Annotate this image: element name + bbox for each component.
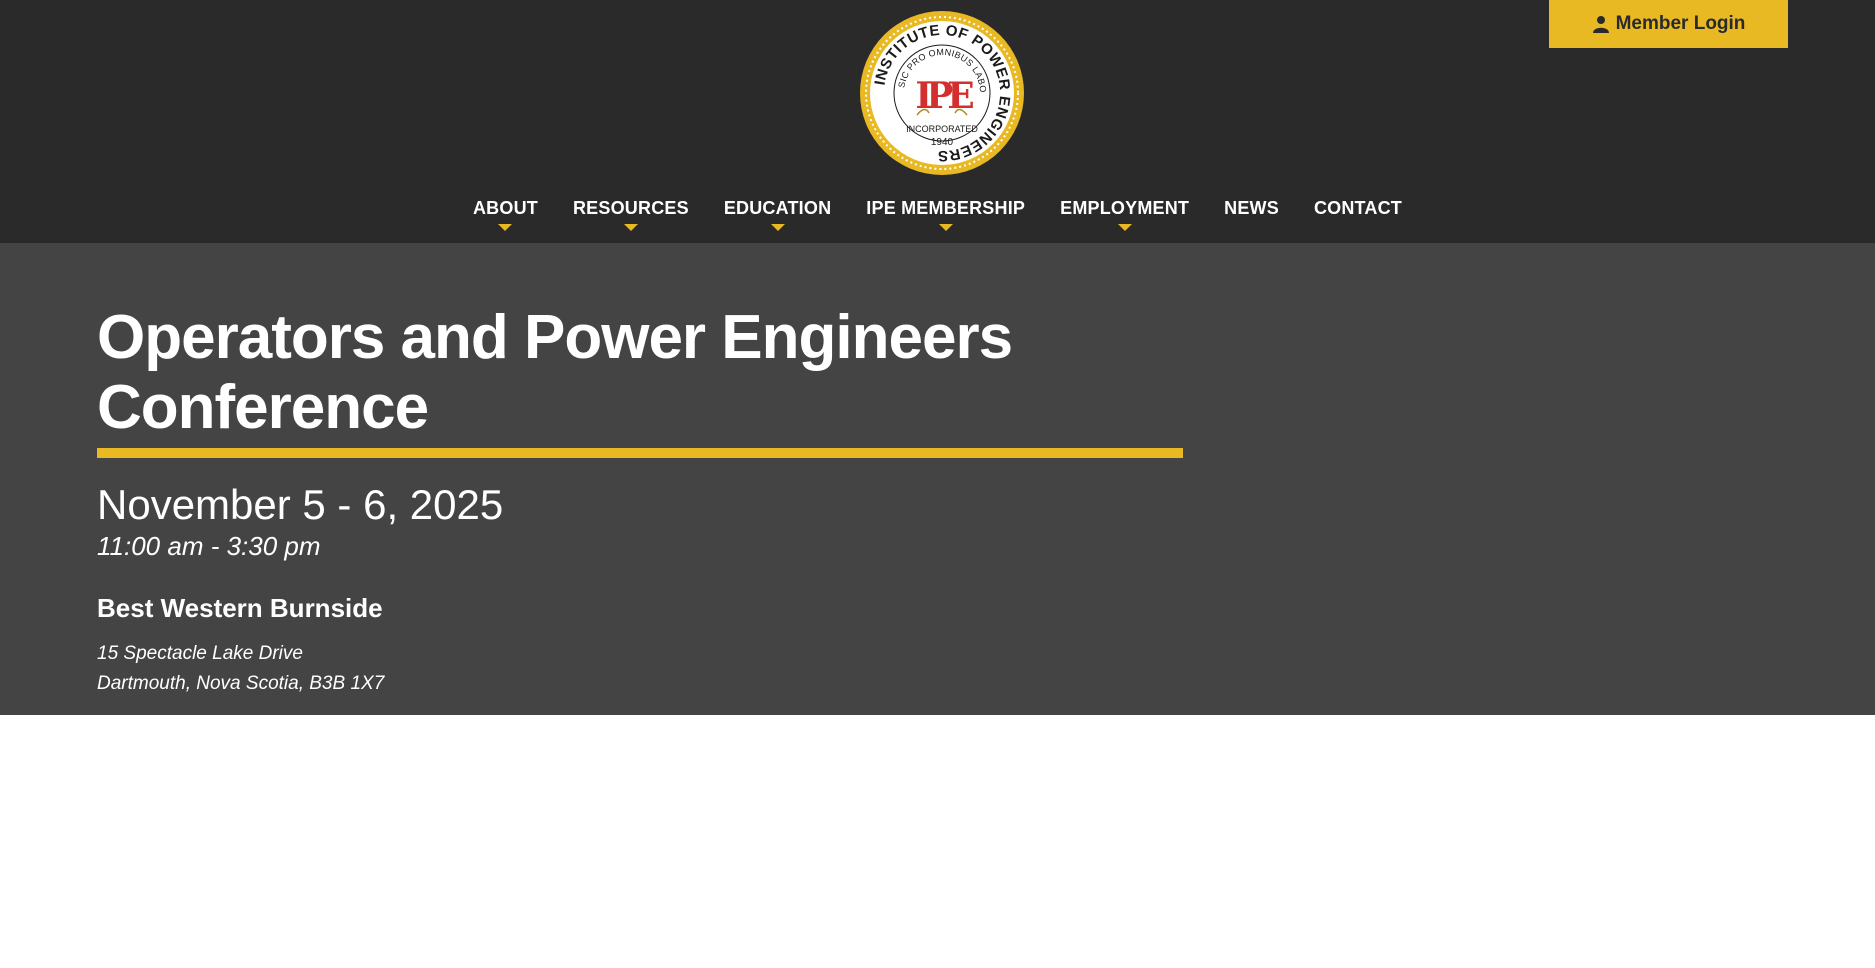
event-hero: Operators and Power Engineers Conference…	[0, 243, 1875, 715]
nav-label: IPE MEMBERSHIP	[866, 198, 1026, 218]
nav-label: CONTACT	[1313, 198, 1402, 218]
nav-item-news[interactable]: NEWS	[1224, 196, 1279, 236]
main-nav: ABOUT RESOURCES EDUCATION IPE MEMBERSHIP…	[0, 196, 1875, 236]
caret-down-icon	[498, 224, 513, 231]
caret-down-icon	[770, 224, 785, 231]
ipe-seal-logo[interactable]: INSTITUTE OF POWER ENGINEERS SIC PRO OMN…	[859, 10, 1025, 176]
seal-monogram: IPE	[915, 75, 973, 117]
caret-down-icon	[938, 224, 953, 231]
title-divider	[97, 448, 1183, 458]
event-address-line2: Dartmouth, Nova Scotia, B3B 1X7	[97, 673, 385, 694]
caret-down-icon	[1117, 224, 1132, 231]
user-icon	[1592, 16, 1609, 33]
event-time: 11:00 am - 3:30 pm	[97, 531, 321, 561]
nav-label: NEWS	[1224, 198, 1279, 218]
page-title: Operators and Power Engineers Conference	[97, 303, 1013, 442]
seal-year-text: 1940	[931, 137, 954, 148]
event-venue: Best Western Burnside	[97, 593, 383, 623]
nav-item-ipe-membership[interactable]: IPE MEMBERSHIP	[866, 196, 1025, 236]
nav-item-resources[interactable]: RESOURCES	[573, 196, 689, 236]
event-date: November 5 - 6, 2025	[97, 481, 504, 528]
member-login-button[interactable]: Member Login	[1549, 0, 1788, 48]
nav-item-education[interactable]: EDUCATION	[724, 196, 831, 236]
nav-label: EDUCATION	[723, 198, 832, 218]
nav-label: EMPLOYMENT	[1060, 198, 1190, 218]
caret-down-icon	[623, 224, 638, 231]
site-header: INSTITUTE OF POWER ENGINEERS SIC PRO OMN…	[0, 0, 1875, 243]
nav-item-contact[interactable]: CONTACT	[1314, 196, 1402, 236]
seal-incorporated-text: INCORPORATED	[906, 124, 978, 134]
nav-label: RESOURCES	[572, 198, 689, 218]
seal-icon: INSTITUTE OF POWER ENGINEERS SIC PRO OMN…	[859, 10, 1024, 175]
event-address-line1: 15 Spectacle Lake Drive	[97, 643, 303, 664]
nav-label: ABOUT	[472, 198, 538, 218]
member-login-label: Member Login	[1615, 13, 1746, 34]
nav-item-employment[interactable]: EMPLOYMENT	[1060, 196, 1189, 236]
nav-item-about[interactable]: ABOUT	[473, 196, 538, 236]
